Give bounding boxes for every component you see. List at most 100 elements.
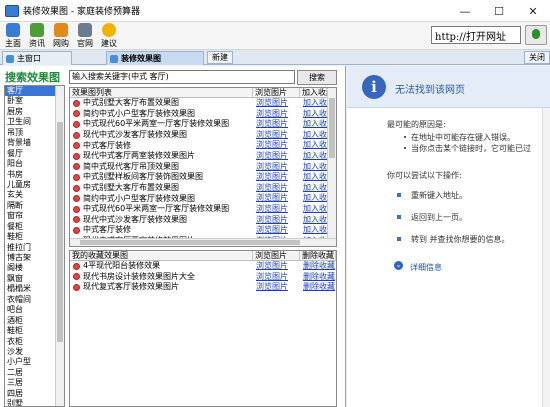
col-header-fav-delete[interactable]: 删除收藏 — [300, 251, 336, 260]
details-arrow-icon[interactable]: ⌄ — [394, 261, 403, 270]
table-row[interactable]: 4平现代阳台装修效果 浏览图片 删除收藏 — [70, 261, 336, 272]
toolbar-home-button[interactable]: 主面 — [4, 23, 22, 49]
toolbar-news-button[interactable]: 资讯 — [28, 23, 46, 49]
row-title[interactable]: 中式现代60平米两室一厅客厅装修效果图 — [83, 204, 229, 214]
row-title[interactable]: 简中式现代客厅吊顶效果图 — [83, 162, 179, 172]
row-title[interactable]: 简约中式小户型客厅装修效果图 — [83, 109, 195, 119]
row-title[interactable]: 现代中式沙发客厅装修效果图 — [83, 130, 187, 140]
row-title-cell[interactable]: 简约中式小户型客厅装修效果图 — [70, 193, 253, 204]
table-row[interactable]: 中式客厅装修 浏览图片 加入收藏 — [70, 140, 336, 151]
row-title-cell[interactable]: 中式客厅装修 — [70, 225, 253, 236]
view-image-link[interactable]: 浏览图片 — [253, 172, 300, 183]
action-go-back[interactable]: 返回到上一页。 — [411, 212, 467, 223]
view-image-link[interactable]: 浏览图片 — [253, 151, 300, 162]
table-row[interactable]: 中式客厅装修 浏览图片 加入收藏 — [70, 225, 336, 236]
search-input[interactable]: 输入搜索关键字(中式 客厅) — [69, 70, 295, 84]
delete-favorite-link[interactable]: 删除收藏 — [300, 272, 336, 283]
row-title-cell[interactable]: 中式别墅大客厅布置效果图 — [70, 98, 253, 109]
category-scrollbar[interactable] — [55, 86, 64, 406]
row-title[interactable]: 简约中式小户型客厅装修效果图 — [83, 194, 195, 204]
row-title-cell[interactable]: 简约中式小户型客厅装修效果图 — [70, 109, 253, 120]
view-image-link[interactable]: 浏览图片 — [253, 225, 300, 236]
view-image-link[interactable]: 浏览图片 — [253, 261, 300, 272]
view-image-link[interactable]: 浏览图片 — [253, 246, 300, 247]
view-image-link[interactable]: 浏览图片 — [253, 183, 300, 194]
view-image-link[interactable]: 浏览图片 — [253, 140, 300, 151]
action-search[interactable]: 转到 并查找你想要的信息。 — [411, 234, 510, 245]
row-title-cell[interactable]: 现代复式客厅装修效果图片 — [70, 282, 253, 293]
results-hscrollbar[interactable] — [70, 238, 336, 246]
go-button[interactable] — [525, 25, 547, 45]
maximize-button[interactable]: ☐ — [482, 0, 516, 22]
row-title-cell[interactable]: 4平现代阳台装修效果 — [70, 261, 253, 272]
row-title[interactable]: 中式客厅装修 — [83, 225, 131, 235]
close-tabs-button[interactable]: 关闭 — [524, 51, 550, 64]
tab-decor-images[interactable]: 装修效果图 — [106, 51, 204, 65]
toolbar-suggest-button[interactable]: 建议 — [100, 23, 118, 49]
toolbar-shop-button[interactable]: 网购 — [52, 23, 70, 49]
col-header-fav-view[interactable]: 浏览图片 — [253, 251, 300, 260]
row-title[interactable]: 中式客厅装修 — [83, 141, 131, 151]
table-row[interactable]: 中式现代60平米两室一厅客厅装修效果图 浏览图片 加入收藏 — [70, 119, 336, 130]
row-title[interactable]: 中式别墅样板间客厅装饰图效果图 — [83, 172, 203, 182]
scroll-thumb[interactable] — [57, 122, 63, 342]
close-button[interactable]: ✕ — [516, 0, 550, 22]
view-image-link[interactable]: 浏览图片 — [253, 162, 300, 173]
browser-scrollbar[interactable] — [542, 108, 550, 407]
row-title-cell[interactable]: 现代中式沙发客厅装修效果图 — [70, 215, 253, 226]
view-image-link[interactable]: 浏览图片 — [253, 98, 300, 109]
table-row[interactable]: 简中式现代客厅吊顶效果图浏览图片加入收藏 — [70, 246, 336, 247]
scroll-thumb[interactable] — [80, 240, 300, 245]
tab-main-window[interactable]: 主窗口 — [2, 51, 72, 65]
search-button[interactable]: 搜索 — [297, 70, 337, 85]
row-title-cell[interactable]: 简中式现代客厅吊顶效果图 — [70, 246, 253, 247]
table-row[interactable]: 简约中式小户型客厅装修效果图 浏览图片 加入收藏 — [70, 109, 336, 120]
view-image-link[interactable]: 浏览图片 — [253, 119, 300, 130]
col-header-fav-title[interactable]: 我的收藏效果图 — [70, 251, 253, 260]
view-image-link[interactable]: 浏览图片 — [253, 282, 300, 293]
view-image-link[interactable]: 浏览图片 — [253, 272, 300, 283]
table-row[interactable]: 简约中式小户型客厅装修效果图 浏览图片 加入收藏 — [70, 193, 336, 204]
row-title-cell[interactable]: 中式别墅样板间客厅装饰图效果图 — [70, 172, 253, 183]
table-row[interactable]: 现代中式沙发客厅装修效果图 浏览图片 加入收藏 — [70, 215, 336, 226]
row-title-cell[interactable]: 现代中式客厅两室装修效果图片 — [70, 151, 253, 162]
row-title-cell[interactable]: 中式现代60平米两室一厅客厅装修效果图 — [70, 119, 253, 130]
col-header-view[interactable]: 浏览图片 — [253, 88, 300, 97]
table-row[interactable]: 现代中式客厅两室装修效果图片浏览图片加入收藏 — [70, 151, 336, 162]
table-row[interactable]: 中式别墅大客厅布置效果图 浏览图片 加入收藏 — [70, 183, 336, 194]
table-row[interactable]: 现代中式沙发客厅装修效果图 浏览图片 加入收藏 — [70, 130, 336, 141]
row-title-cell[interactable]: 简中式现代客厅吊顶效果图 — [70, 162, 253, 173]
table-row[interactable]: 中式别墅大客厅布置效果图 浏览图片 加入收藏 — [70, 98, 336, 109]
row-title[interactable]: 中式别墅大客厅布置效果图 — [83, 183, 179, 193]
row-title[interactable]: 现代中式沙发客厅装修效果图 — [83, 215, 187, 225]
row-title-cell[interactable]: 现代中式沙发客厅装修效果图 — [70, 130, 253, 141]
table-row[interactable]: 中式别墅样板间客厅装饰图效果图 浏览图片 加入收藏 — [70, 172, 336, 183]
col-header-title[interactable]: 效果图列表 — [70, 88, 253, 97]
view-image-link[interactable]: 浏览图片 — [253, 109, 300, 120]
details-link[interactable]: 详细信息 — [410, 262, 442, 273]
view-image-link[interactable]: 浏览图片 — [253, 215, 300, 226]
row-title[interactable]: 现代中式客厅两室装修效果图片 — [83, 151, 195, 161]
row-title-cell[interactable]: 中式别墅大客厅布置效果图 — [70, 183, 253, 194]
table-row[interactable]: 中式现代60平米两室一厅客厅装修效果图 浏览图片 加入收藏 — [70, 204, 336, 215]
row-title-cell[interactable]: 现代书房设计装修效果图片大全 — [70, 272, 253, 283]
table-row[interactable]: 现代书房设计装修效果图片大全 浏览图片 删除收藏 — [70, 272, 336, 283]
toolbar-website-button[interactable]: 官网 — [76, 23, 94, 49]
delete-favorite-link[interactable]: 删除收藏 — [300, 282, 336, 293]
scroll-thumb[interactable] — [329, 98, 335, 158]
table-row[interactable]: 现代复式客厅装修效果图片 浏览图片 删除收藏 — [70, 282, 336, 293]
row-title-cell[interactable]: 中式客厅装修 — [70, 140, 253, 151]
row-title-cell[interactable]: 中式现代60平米两室一厅客厅装修效果图 — [70, 204, 253, 215]
action-retype[interactable]: 重新键入地址。 — [411, 190, 467, 201]
row-title[interactable]: 现代书房设计装修效果图片大全 — [83, 272, 195, 282]
view-image-link[interactable]: 浏览图片 — [253, 130, 300, 141]
table-row[interactable]: 简中式现代客厅吊顶效果图浏览图片加入收藏 — [70, 162, 336, 173]
row-title[interactable]: 中式别墅大客厅布置效果图 — [83, 98, 179, 108]
row-title[interactable]: 现代复式客厅装修效果图片 — [83, 282, 179, 292]
view-image-link[interactable]: 浏览图片 — [253, 193, 300, 204]
row-title[interactable]: 4平现代阳台装修效果 — [83, 261, 160, 271]
view-image-link[interactable]: 浏览图片 — [253, 204, 300, 215]
row-title[interactable]: 中式现代60平米两室一厅客厅装修效果图 — [83, 119, 229, 129]
delete-favorite-link[interactable]: 删除收藏 — [300, 261, 336, 272]
category-list[interactable]: 客厅 卧室 厨房 卫生间 吊顶 背景墙 餐厅 阳台 书房 儿童房 玄关 隔断 窗帘 餐柜 鞋柜 推拉门 博古架阁… — [4, 85, 65, 407]
